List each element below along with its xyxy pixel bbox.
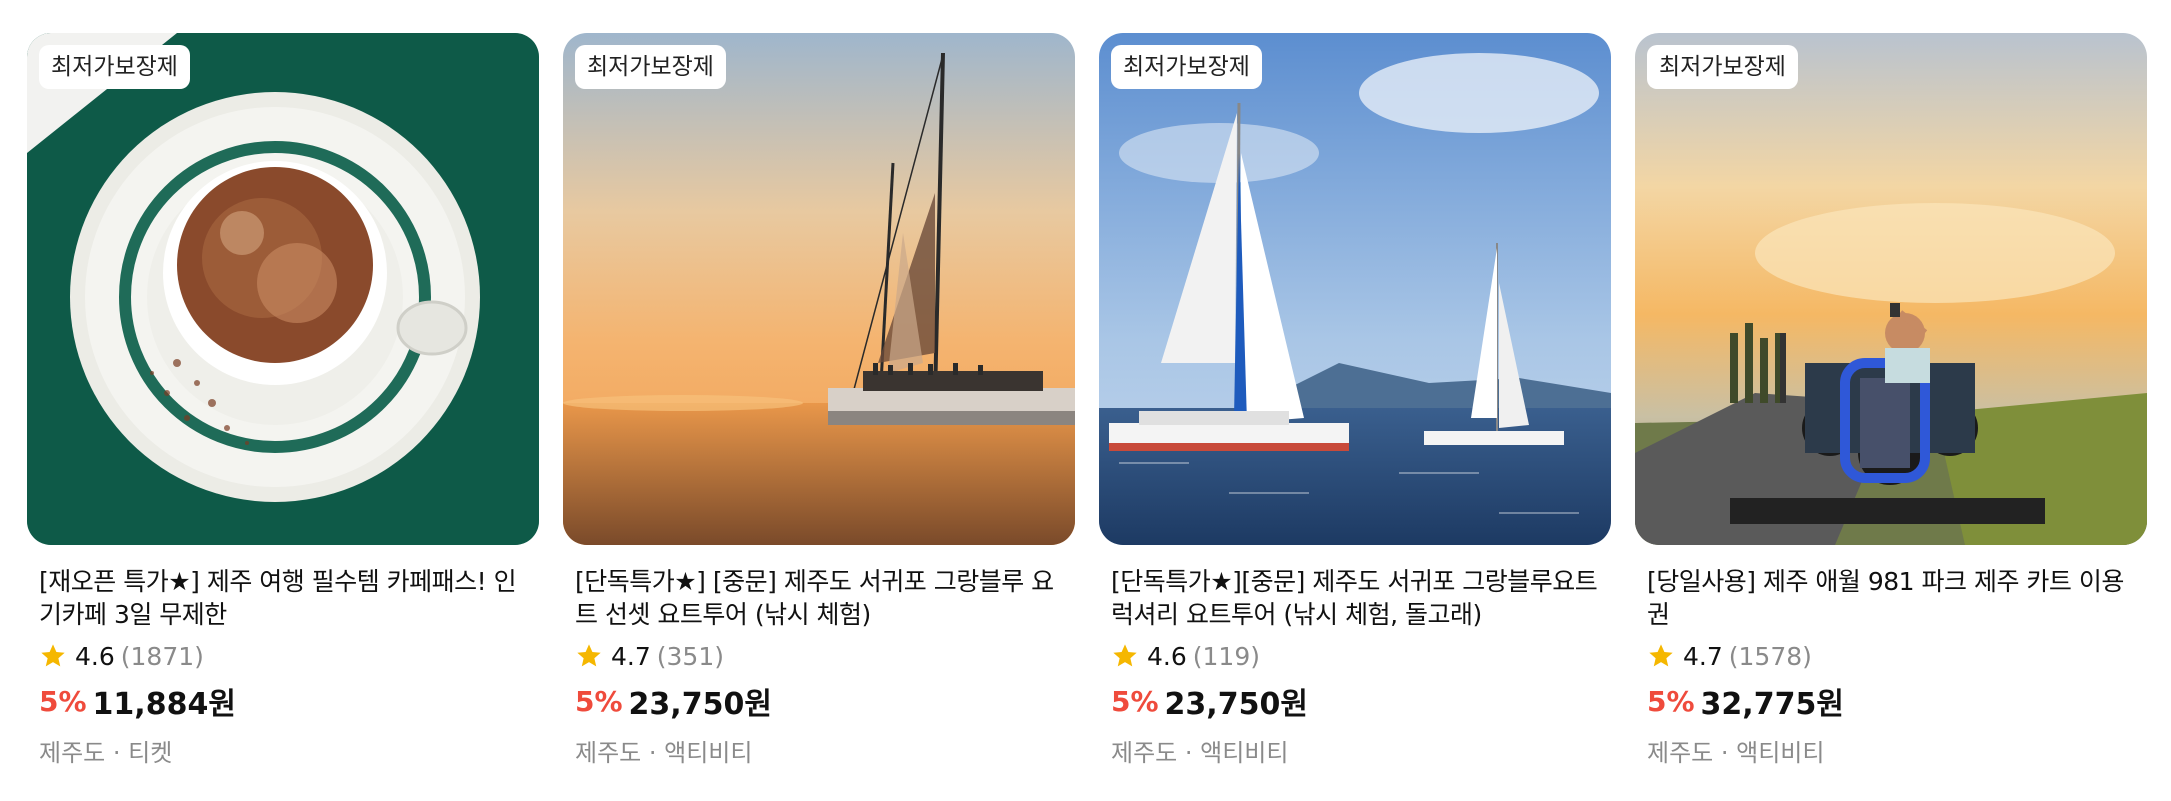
product-card[interactable]: 최저가보장제 [단독특가★][중문] 제주도 서귀포 그랑블루요트 럭셔리 요트… (1099, 33, 1611, 768)
lowest-price-badge: 최저가보장제 (575, 45, 726, 89)
product-image[interactable]: 최저가보장제 (1099, 33, 1611, 545)
product-card[interactable]: 최저가보장제 [재오픈 특가★] 제주 여행 필수템 카페패스! 인기카페 3일… (27, 33, 539, 768)
review-count: (1871) (120, 641, 204, 671)
product-card[interactable]: 최저가보장제 [당일사용] 제주 애월 981 파크 제주 카트 이용권 4.7… (1635, 33, 2147, 768)
price: 23,750원 (1164, 687, 1308, 722)
star-icon (41, 644, 65, 667)
product-title[interactable]: [단독특가★] [중문] 제주도 서귀포 그랑블루 요트 선셋 요트투어 (낚시… (575, 565, 1063, 631)
catamarans-image (1099, 33, 1611, 545)
rating-score: 4.7 (1683, 641, 1723, 671)
location-category: 제주도 · 액티비티 (1647, 739, 1825, 767)
product-card-row: 최저가보장제 [재오픈 특가★] 제주 여행 필수템 카페패스! 인기카페 3일… (27, 33, 2147, 768)
star-icon (1113, 644, 1137, 667)
rating: 4.6 (119) (1111, 641, 1599, 671)
discount-rate: 5% (575, 684, 623, 718)
review-count: (1578) (1728, 641, 1812, 671)
rating-score: 4.6 (75, 641, 115, 671)
location-category: 제주도 · 티켓 (39, 739, 173, 767)
star-icon (1649, 644, 1673, 667)
discount-rate: 5% (1647, 684, 1695, 718)
product-image[interactable]: 최저가보장제 (1635, 33, 2147, 545)
rating: 4.7 (1578) (1647, 641, 2135, 671)
product-title[interactable]: [단독특가★][중문] 제주도 서귀포 그랑블루요트 럭셔리 요트투어 (낚시 … (1111, 565, 1599, 631)
review-count: (119) (1192, 641, 1260, 671)
star-icon (577, 644, 601, 667)
go-kart-image (1635, 33, 2147, 545)
price: 23,750원 (628, 687, 772, 722)
coffee-cup-image (27, 33, 539, 545)
rating-score: 4.7 (611, 641, 651, 671)
price-row: 5% 23,750원 (1111, 683, 1599, 723)
product-card[interactable]: 최저가보장제 [단독특가★] [중문] 제주도 서귀포 그랑블루 요트 선셋 요… (563, 33, 1075, 768)
product-image[interactable]: 최저가보장제 (27, 33, 539, 545)
rating: 4.6 (1871) (39, 641, 527, 671)
review-count: (351) (656, 641, 724, 671)
price: 11,884원 (92, 687, 236, 722)
product-title[interactable]: [재오픈 특가★] 제주 여행 필수템 카페패스! 인기카페 3일 무제한 (39, 565, 527, 631)
discount-rate: 5% (1111, 684, 1159, 718)
price-row: 5% 11,884원 (39, 683, 527, 723)
location-category: 제주도 · 액티비티 (575, 739, 753, 767)
lowest-price-badge: 최저가보장제 (1647, 45, 1798, 89)
discount-rate: 5% (39, 684, 87, 718)
location-category: 제주도 · 액티비티 (1111, 739, 1289, 767)
price-row: 5% 32,775원 (1647, 683, 2135, 723)
sunset-yacht-image (563, 33, 1075, 545)
lowest-price-badge: 최저가보장제 (39, 45, 190, 89)
price-row: 5% 23,750원 (575, 683, 1063, 723)
lowest-price-badge: 최저가보장제 (1111, 45, 1262, 89)
product-title[interactable]: [당일사용] 제주 애월 981 파크 제주 카트 이용권 (1647, 565, 2135, 631)
rating-score: 4.6 (1147, 641, 1187, 671)
rating: 4.7 (351) (575, 641, 1063, 671)
price: 32,775원 (1700, 687, 1844, 722)
product-image[interactable]: 최저가보장제 (563, 33, 1075, 545)
